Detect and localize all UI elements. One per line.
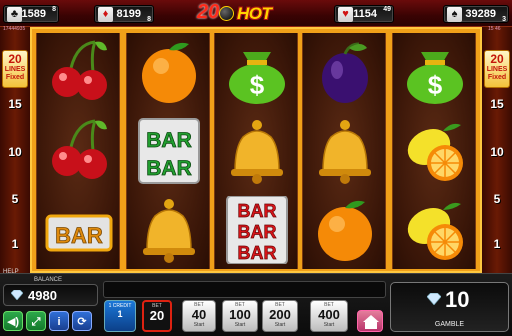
fullscreen-button[interactable]: ⤢	[26, 311, 46, 331]
lemon-symbol	[393, 112, 477, 190]
jackpot-clubs: ♣ 1589 8	[3, 5, 59, 23]
jackpot-spades: ♠ 39289 3	[443, 5, 509, 23]
reel-4	[302, 33, 386, 269]
jackpot-value: 1154	[353, 8, 377, 20]
balance-value: 4980	[28, 288, 57, 303]
bet-button-200[interactable]: BET 200 Start	[262, 300, 298, 332]
diamond-icon	[11, 290, 23, 300]
info-button[interactable]: i	[49, 311, 69, 331]
lines-fixed-label: Fixed	[5, 74, 25, 81]
lines-badge-right: 20 LINES Fixed	[484, 50, 510, 88]
reel-area: BAR BAR BAR $ BAR BAR BAR $	[30, 27, 482, 273]
home-button[interactable]	[357, 310, 383, 332]
cherries-symbol	[37, 33, 121, 111]
lines-badge-left: 20 LINES Fixed	[2, 50, 28, 88]
jackpot-value: 1589	[21, 8, 46, 20]
reel-3: $ BAR BAR BAR	[214, 33, 298, 269]
credit-selector[interactable]: 1 CREDIT 1	[104, 300, 136, 332]
svg-text:$: $	[250, 70, 265, 100]
svg-text:BAR: BAR	[146, 129, 192, 152]
spades-icon: ♠	[447, 7, 462, 22]
jackpot-cents: 8	[52, 6, 56, 13]
bet-button-40[interactable]: BET 40 Start	[182, 300, 216, 332]
money-bag-symbol: $	[393, 33, 477, 111]
line-number-left[interactable]: 5	[1, 192, 29, 206]
jackpot-cents: 3	[502, 16, 506, 23]
jackpot-cents: 8	[147, 16, 151, 23]
reel-2: BAR BAR	[126, 33, 210, 269]
left-info-text: 17444935	[3, 26, 26, 32]
clubs-icon: ♣	[7, 7, 22, 22]
cherries-symbol	[37, 112, 121, 190]
bet-value: 40	[191, 307, 207, 322]
line-number-right[interactable]: 15	[483, 97, 511, 111]
game-logo: 20 HOT BLAST	[197, 1, 315, 43]
bar-3-symbol: BAR BAR BAR	[215, 191, 299, 269]
autoplay-button[interactable]: ⟳	[72, 311, 92, 331]
line-number-right[interactable]: 5	[483, 192, 511, 206]
bet-value: 400	[318, 307, 340, 322]
svg-text:BAR: BAR	[55, 223, 103, 248]
lines-label: LINES	[486, 66, 508, 73]
gamble-button[interactable]: 10 GAMBLE	[390, 282, 509, 332]
diamond-icon	[427, 293, 441, 305]
win-value: 10	[445, 287, 470, 312]
jackpot-value: 8199	[116, 8, 141, 20]
jackpot-hearts: ♥ 1154 49	[334, 5, 394, 23]
start-label: Start	[193, 322, 205, 328]
lines-label: LINES	[4, 66, 26, 73]
hearts-icon: ♥	[338, 7, 353, 22]
start-label: Start	[234, 322, 246, 328]
bet-button-20[interactable]: BET 20	[142, 300, 172, 332]
bell-symbol	[303, 112, 387, 190]
jackpot-cents: 49	[383, 6, 391, 13]
jackpot-diamonds: ♦ 8199 8	[94, 5, 154, 23]
svg-text:BAR: BAR	[146, 157, 192, 180]
orange-symbol	[303, 191, 387, 269]
money-bag-symbol: $	[215, 33, 299, 111]
line-number-left[interactable]: 15	[1, 97, 29, 111]
bet-value: 100	[229, 307, 251, 322]
line-number-right[interactable]: 1	[483, 237, 511, 251]
diamonds-icon: ♦	[98, 7, 113, 22]
help-link[interactable]: HELP	[3, 269, 19, 275]
bell-symbol	[215, 112, 299, 190]
jackpot-bar: ♣ 1589 8 ♦ 8199 8 ♥ 1154 49 ♠ 39289 3 20…	[0, 0, 512, 43]
logo-number: 20	[197, 1, 220, 23]
bet-button-400[interactable]: BET 400 Start	[310, 300, 348, 332]
line-number-left[interactable]: 1	[1, 237, 29, 251]
gamble-label: GAMBLE	[434, 321, 465, 328]
reel-1: BAR	[36, 33, 120, 269]
balance-display: 4980	[3, 284, 98, 306]
right-info-text: 15 46	[488, 26, 501, 32]
bell-symbol	[127, 191, 211, 269]
reel-5: $	[392, 33, 476, 269]
svg-text:BAR: BAR	[238, 222, 277, 242]
lines-fixed-label: Fixed	[487, 74, 507, 81]
svg-text:$: $	[428, 70, 443, 100]
balance-label: BALANCE	[34, 277, 63, 283]
plum-symbol	[303, 33, 387, 111]
credit-value: 1	[117, 309, 123, 319]
bar-1-symbol: BAR	[37, 191, 121, 269]
lemon-symbol	[393, 191, 477, 269]
svg-text:BAR: BAR	[238, 243, 277, 263]
bet-value: 20	[149, 308, 165, 323]
sound-button[interactable]: ◀)	[3, 311, 23, 331]
bet-value: 200	[269, 307, 291, 322]
start-label: Start	[274, 322, 286, 328]
jackpot-value: 39289	[465, 8, 496, 20]
line-number-left[interactable]: 10	[1, 145, 29, 159]
bomb-icon	[219, 6, 234, 21]
lines-count: 20	[8, 52, 22, 66]
bet-button-100[interactable]: BET 100 Start	[222, 300, 258, 332]
start-label: Start	[323, 322, 335, 328]
lines-count: 20	[490, 52, 504, 66]
orange-symbol	[127, 33, 211, 111]
home-icon	[363, 315, 379, 329]
bar-2-symbol: BAR BAR	[127, 112, 211, 190]
line-number-right[interactable]: 10	[483, 145, 511, 159]
message-bar	[103, 281, 386, 298]
svg-text:BAR: BAR	[238, 201, 277, 221]
